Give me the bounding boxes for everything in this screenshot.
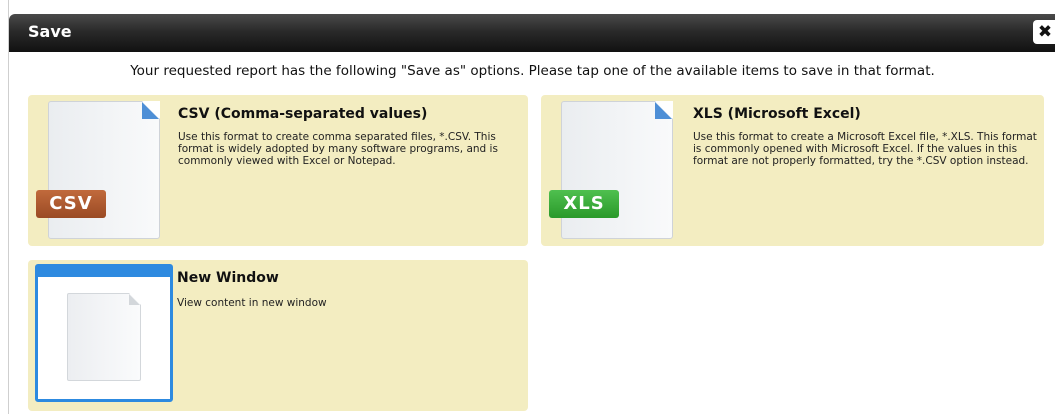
new-window-option-title: New Window [177,270,279,286]
csv-file-icon [48,101,160,239]
csv-option-title: CSV (Comma-separated values) [178,106,428,122]
new-window-option[interactable]: New Window View content in new window [28,260,528,411]
close-icon: ✖ [1037,22,1053,42]
close-button[interactable]: ✖ [1033,20,1055,44]
xls-option-title: XLS (Microsoft Excel) [693,106,861,122]
csv-option-description: Use this format to create comma separate… [178,131,498,167]
xls-option-description: Use this format to create a Microsoft Ex… [693,131,1037,167]
new-window-option-description: View content in new window [177,297,327,309]
xls-option[interactable]: XLS XLS (Microsoft Excel) Use this forma… [541,95,1044,246]
xls-badge: XLS [549,190,619,218]
intro-text: Your requested report has the following … [130,63,935,79]
csv-option[interactable]: CSV CSV (Comma-separated values) Use thi… [28,95,528,246]
dialog-title: Save [28,22,72,41]
new-window-icon [35,264,173,402]
csv-badge: CSV [36,190,106,218]
xls-file-icon [561,101,673,239]
dialog-titlebar: Save ✖ [9,14,1055,52]
save-dialog: Save ✖ Your requested report has the fol… [8,0,1055,414]
